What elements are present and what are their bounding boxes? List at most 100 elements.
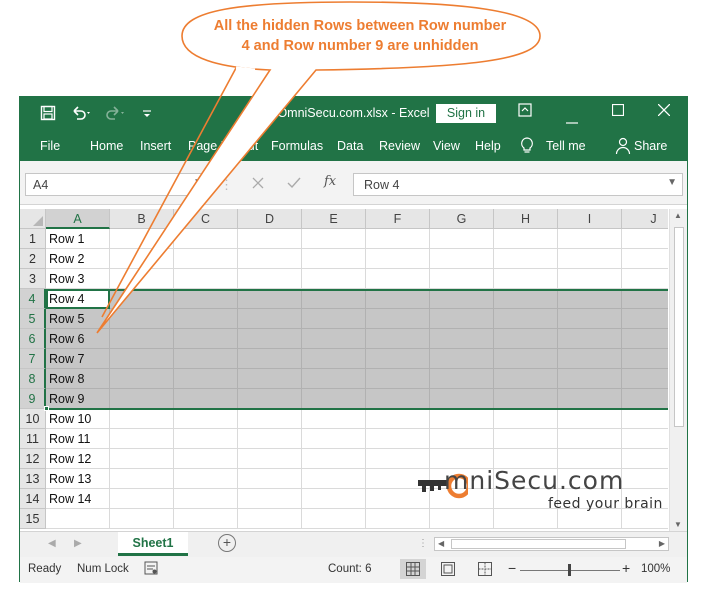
column-header-j[interactable]: J	[622, 209, 668, 229]
row-header-13[interactable]: 13	[20, 469, 46, 489]
column-header-h[interactable]: H	[494, 209, 558, 229]
name-box[interactable]: A4 ▼	[25, 173, 209, 196]
row-header-11[interactable]: 11	[20, 429, 46, 449]
cell-c3[interactable]	[174, 269, 238, 289]
cancel-icon[interactable]	[252, 177, 264, 192]
tab-data[interactable]: Data	[337, 139, 363, 153]
cell-a10[interactable]: Row 10	[46, 409, 110, 429]
tab-review[interactable]: Review	[379, 139, 420, 153]
column-header-d[interactable]: D	[238, 209, 302, 229]
cell-i1[interactable]	[558, 229, 622, 249]
cell-f11[interactable]	[366, 429, 430, 449]
column-header-a[interactable]: A	[46, 209, 110, 229]
cell-j3[interactable]	[622, 269, 668, 289]
cell-j1[interactable]	[622, 229, 668, 249]
insert-function-button[interactable]: fx	[324, 174, 336, 189]
share-button[interactable]: Share	[634, 139, 667, 153]
sign-in-button[interactable]: Sign in	[436, 104, 496, 123]
cell-g11[interactable]	[430, 429, 494, 449]
cell-f2[interactable]	[366, 249, 430, 269]
cell-b1[interactable]	[110, 229, 174, 249]
cell-a2[interactable]: Row 2	[46, 249, 110, 269]
cell-h3[interactable]	[494, 269, 558, 289]
row-header-2[interactable]: 2	[20, 249, 46, 269]
cell-i10[interactable]	[558, 409, 622, 429]
tab-view[interactable]: View	[433, 139, 460, 153]
minimize-icon[interactable]	[566, 111, 578, 128]
scroll-left-icon[interactable]: ◀	[438, 539, 444, 548]
maximize-icon[interactable]	[611, 103, 625, 120]
cell-a14[interactable]: Row 14	[46, 489, 110, 509]
cell-i11[interactable]	[558, 429, 622, 449]
cell-e12[interactable]	[302, 449, 366, 469]
cell-h1[interactable]	[494, 229, 558, 249]
cell-a1[interactable]: Row 1	[46, 229, 110, 249]
cell-i3[interactable]	[558, 269, 622, 289]
zoom-level[interactable]: 100%	[641, 563, 670, 575]
cell-c15[interactable]	[174, 509, 238, 529]
macro-record-icon[interactable]	[144, 561, 158, 578]
zoom-slider-thumb[interactable]	[568, 564, 571, 576]
enter-icon[interactable]	[287, 177, 301, 192]
row-header-14[interactable]: 14	[20, 489, 46, 509]
column-header-f[interactable]: F	[366, 209, 430, 229]
cell-e15[interactable]	[302, 509, 366, 529]
cell-h2[interactable]	[494, 249, 558, 269]
cell-j10[interactable]	[622, 409, 668, 429]
cell-b2[interactable]	[110, 249, 174, 269]
zoom-in-button[interactable]: +	[622, 560, 630, 576]
cell-g10[interactable]	[430, 409, 494, 429]
cell-j2[interactable]	[622, 249, 668, 269]
expand-formula-icon[interactable]: ▼	[667, 177, 677, 188]
chevron-down-icon[interactable]: ▼	[193, 177, 203, 188]
sheet-tab-sheet1[interactable]: Sheet1	[118, 532, 188, 556]
cell-c13[interactable]	[174, 469, 238, 489]
cell-b14[interactable]	[110, 489, 174, 509]
cell-b13[interactable]	[110, 469, 174, 489]
cell-d11[interactable]	[238, 429, 302, 449]
cell-e2[interactable]	[302, 249, 366, 269]
select-all-corner[interactable]	[20, 209, 46, 229]
cell-b10[interactable]	[110, 409, 174, 429]
scroll-up-icon[interactable]: ▲	[674, 211, 682, 220]
vertical-scroll-thumb[interactable]	[674, 227, 684, 427]
horizontal-scrollbar[interactable]: ◀ ▶	[434, 537, 669, 551]
horizontal-scroll-thumb[interactable]	[451, 539, 626, 549]
row-header-12[interactable]: 12	[20, 449, 46, 469]
tab-home[interactable]: Home	[90, 139, 123, 153]
cell-c1[interactable]	[174, 229, 238, 249]
cell-a13[interactable]: Row 13	[46, 469, 110, 489]
zoom-out-button[interactable]: −	[508, 560, 516, 576]
cell-d1[interactable]	[238, 229, 302, 249]
scroll-down-icon[interactable]: ▼	[674, 520, 682, 529]
cell-j11[interactable]	[622, 429, 668, 449]
fill-handle[interactable]	[44, 406, 49, 411]
cell-c11[interactable]	[174, 429, 238, 449]
cell-a15[interactable]	[46, 509, 110, 529]
tab-help[interactable]: Help	[475, 139, 501, 153]
scroll-right-icon[interactable]: ▶	[659, 539, 665, 548]
cell-g3[interactable]	[430, 269, 494, 289]
cell-d10[interactable]	[238, 409, 302, 429]
row-header-4[interactable]: 4	[20, 289, 46, 309]
cell-c14[interactable]	[174, 489, 238, 509]
cell-e1[interactable]	[302, 229, 366, 249]
cell-g1[interactable]	[430, 229, 494, 249]
row-header-6[interactable]: 6	[20, 329, 46, 349]
cell-c10[interactable]	[174, 409, 238, 429]
row-header-8[interactable]: 8	[20, 369, 46, 389]
cell-b11[interactable]	[110, 429, 174, 449]
ribbon-display-icon[interactable]	[518, 103, 532, 121]
cell-d2[interactable]	[238, 249, 302, 269]
tab-insert[interactable]: Insert	[140, 139, 171, 153]
cell-f3[interactable]	[366, 269, 430, 289]
column-header-e[interactable]: E	[302, 209, 366, 229]
column-header-g[interactable]: G	[430, 209, 494, 229]
cell-c2[interactable]	[174, 249, 238, 269]
row-header-9[interactable]: 9	[20, 389, 46, 409]
tab-formulas[interactable]: Formulas	[271, 139, 323, 153]
cell-d12[interactable]	[238, 449, 302, 469]
column-header-i[interactable]: I	[558, 209, 622, 229]
close-icon[interactable]	[657, 103, 671, 120]
sheet-next-icon[interactable]: ▶	[74, 538, 82, 549]
